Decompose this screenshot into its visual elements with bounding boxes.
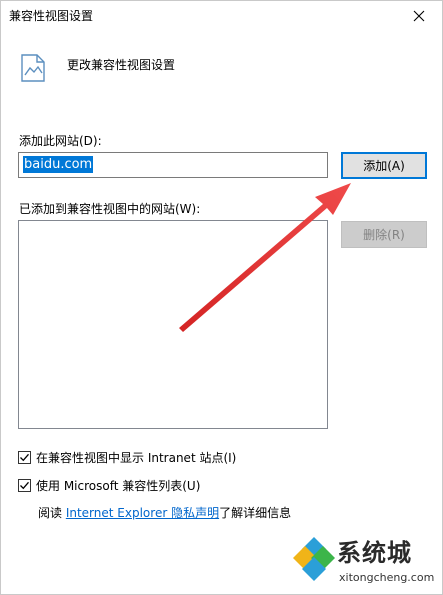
show-intranet-checkbox[interactable]: [18, 451, 31, 464]
title-bar: 兼容性视图设置: [1, 1, 442, 31]
add-site-input-value: baidu.com: [23, 156, 94, 173]
site-list[interactable]: [18, 220, 328, 429]
header-title: 更改兼容性视图设置: [67, 58, 176, 72]
window-title: 兼容性视图设置: [9, 9, 94, 23]
checkmark-icon: [20, 453, 29, 462]
compat-view-settings-dialog: 兼容性视图设置 更改兼容性视图设置 添加此网站(D): baidu.com 添加…: [0, 0, 443, 595]
close-button[interactable]: [396, 1, 442, 31]
site-list-label: 已添加到兼容性视图中的网站(W):: [19, 202, 201, 216]
use-ms-list-label: 使用 Microsoft 兼容性列表(U): [36, 479, 201, 493]
watermark-brand: 系统城: [337, 539, 412, 567]
use-ms-list-checkbox[interactable]: [18, 479, 31, 492]
page-settings-icon: [21, 54, 45, 82]
show-intranet-option[interactable]: 在兼容性视图中显示 Intranet 站点(I): [18, 449, 236, 466]
privacy-notice: 阅读 Internet Explorer 隐私声明了解详细信息: [38, 504, 291, 521]
show-intranet-label: 在兼容性视图中显示 Intranet 站点(I): [36, 451, 237, 465]
checkmark-icon: [20, 481, 29, 490]
remove-button: 删除(R): [341, 221, 427, 248]
windows-logo-icon: [293, 537, 335, 581]
watermark-url: xitongcheng.com: [339, 571, 435, 584]
add-button[interactable]: 添加(A): [341, 152, 427, 179]
use-ms-list-option[interactable]: 使用 Microsoft 兼容性列表(U): [18, 477, 200, 494]
privacy-statement-link[interactable]: Internet Explorer 隐私声明: [66, 506, 219, 520]
add-site-label: 添加此网站(D):: [19, 134, 102, 148]
close-icon: [413, 10, 425, 22]
site-watermark: 系统城 xitongcheng.com: [289, 531, 443, 595]
privacy-prefix: 阅读: [38, 506, 66, 520]
privacy-suffix: 了解详细信息: [219, 506, 292, 520]
